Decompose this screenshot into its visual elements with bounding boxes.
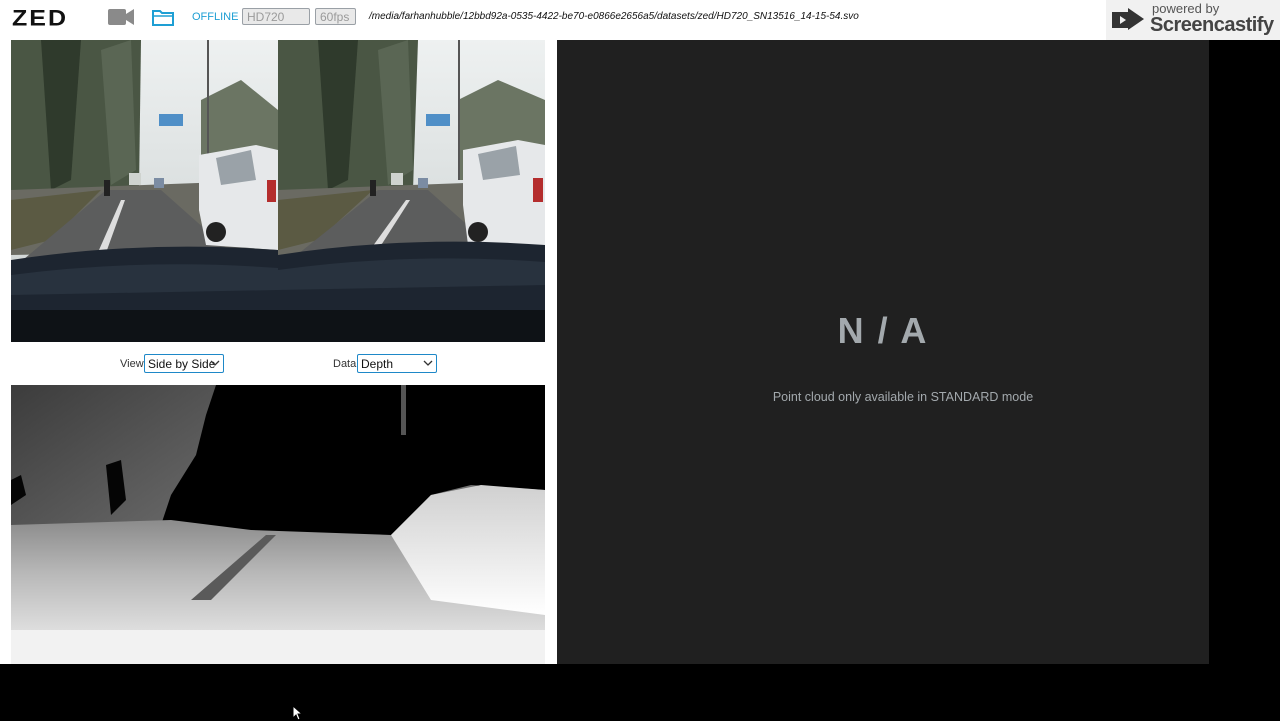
view-label: View	[120, 358, 144, 370]
stereo-video-view	[11, 40, 545, 342]
svo-file-path: /media/farhanhubble/12bbd92a-0535-4422-b…	[369, 11, 859, 22]
screencastify-logo-icon	[1112, 8, 1144, 30]
view-select-value: Side by Side	[148, 357, 216, 371]
zed-explorer-window: ZED OFFLINE HD720 60fps /media/farhanhub…	[0, 0, 1280, 664]
data-select-value: Depth	[361, 357, 394, 371]
left-camera-image	[11, 40, 278, 342]
right-camera-image	[278, 40, 545, 342]
depth-map-view	[11, 385, 545, 664]
screencastify-watermark: powered by Screencastify	[1106, 0, 1280, 40]
camera-icon[interactable]	[108, 8, 134, 26]
watermark-brand-text: Screencastify	[1150, 14, 1274, 36]
top-toolbar: ZED OFFLINE HD720 60fps /media/farhanhub…	[0, 0, 1280, 40]
mouse-cursor-icon	[292, 705, 304, 721]
point-cloud-message: Point cloud only available in STANDARD m…	[772, 390, 1034, 404]
folder-icon[interactable]	[152, 8, 174, 26]
view-controls: View Side by Side Data Depth	[11, 352, 545, 376]
point-cloud-panel: N / A Point cloud only available in STAN…	[557, 40, 1209, 664]
fps-field[interactable]: 60fps	[315, 8, 356, 25]
right-margin-strip	[1209, 40, 1280, 664]
view-select[interactable]: Side by Side	[144, 354, 224, 373]
point-cloud-status: N / A	[837, 310, 929, 351]
resolution-field[interactable]: HD720	[242, 8, 310, 25]
mode-label: OFFLINE	[192, 11, 239, 23]
data-select[interactable]: Depth	[357, 354, 437, 373]
zed-logo: ZED	[12, 5, 68, 31]
chevron-down-icon	[423, 360, 433, 366]
chevron-down-icon	[210, 360, 220, 366]
data-label: Data	[333, 358, 357, 370]
